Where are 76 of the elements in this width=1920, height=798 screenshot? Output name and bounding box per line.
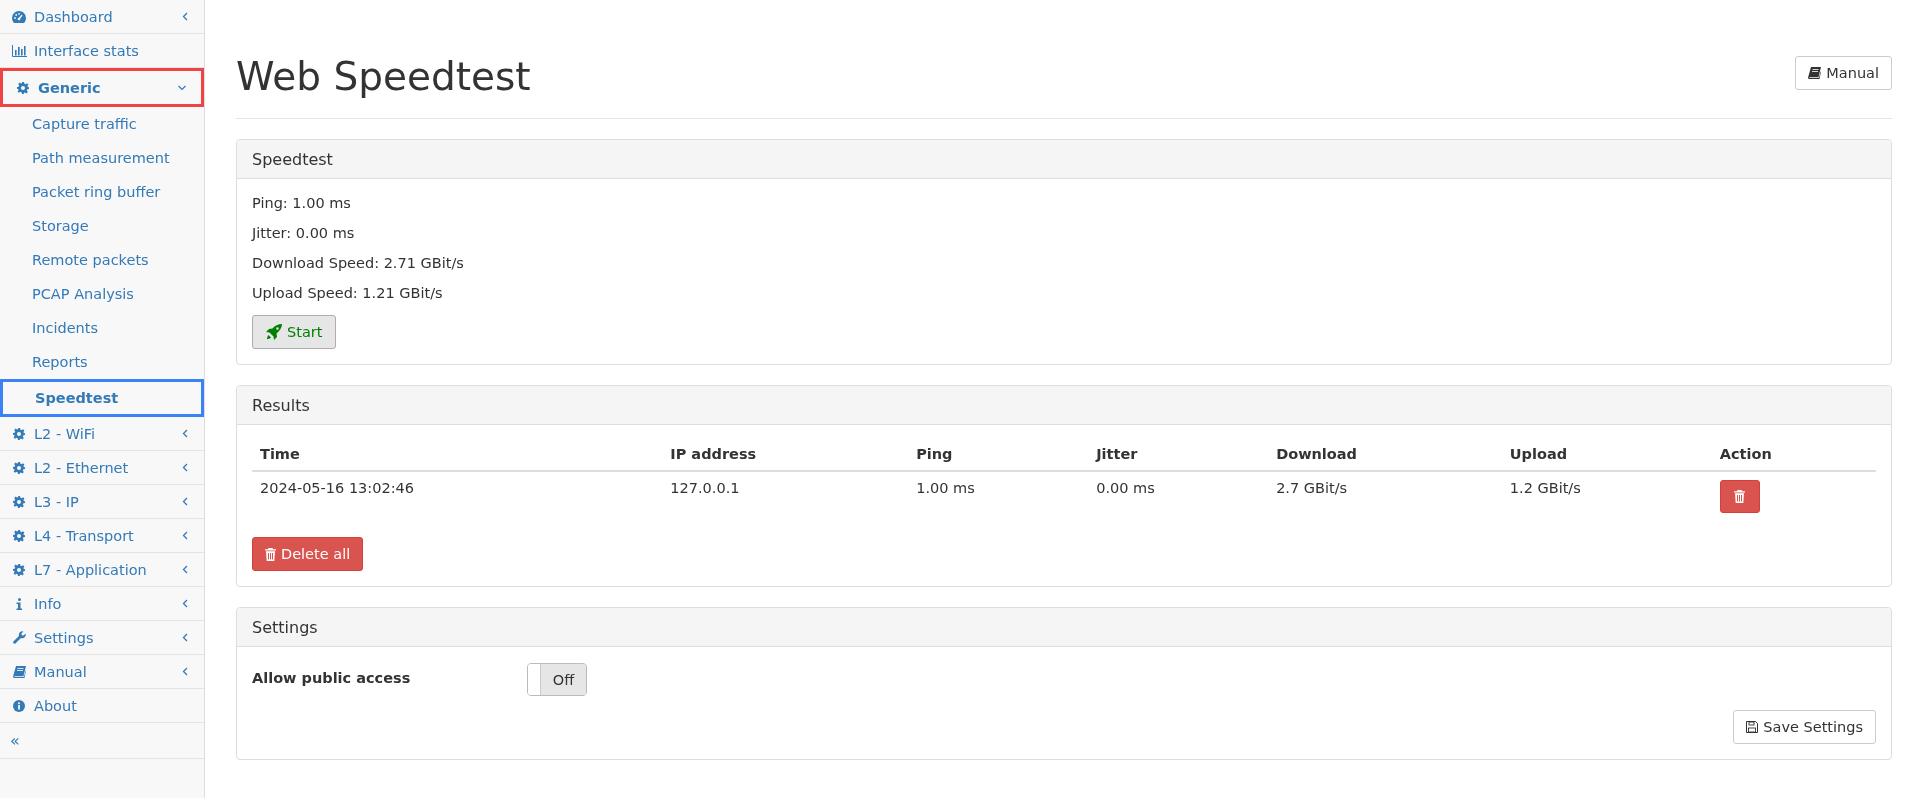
chevron-left-icon [180,497,190,506]
delete-all-button[interactable]: Delete all [252,537,364,571]
speedtest-result-text: Download Speed: 2.71 GBit/s [252,254,465,272]
sidebar-item[interactable]: About [0,689,204,723]
page-title: Web Speedtest [236,54,531,100]
chevron-left-icon [180,633,190,642]
chevron-down-icon [177,84,187,91]
sidebar-subitem[interactable]: Remote packets [0,243,204,277]
chevron-left-icon [180,667,190,676]
start-button[interactable]: Start [252,315,337,349]
gear-icon [13,563,25,576]
sidebar-item[interactable]: Generic [0,68,204,107]
column-header: Jitter [1088,438,1269,471]
rocket-icon [266,324,282,340]
sidebar-item[interactable]: Settings [0,621,204,655]
collapse-sidebar-button[interactable]: « [0,723,204,759]
sidebar-item[interactable]: Dashboard [0,0,204,34]
trash-icon [265,547,276,561]
sidebar-subitem[interactable]: Packet ring buffer [0,175,204,209]
speedtest-result-text: Upload Speed: 1.21 GBit/s [252,284,444,302]
chevron-left-icon [180,463,190,472]
panel-title: Speedtest [237,140,1891,179]
table-cell: 0.00 ms [1096,480,1155,496]
gear-icon [13,427,25,440]
sidebar-subitem[interactable]: PCAP Analysis [0,277,204,311]
column-header: Upload [1501,438,1712,471]
column-header: Time [252,438,663,471]
column-header: IP address [662,438,909,471]
column-header: Action [1711,438,1876,471]
sidebar-subitem[interactable]: Speedtest [0,379,204,417]
sidebar-subitem[interactable]: Capture traffic [0,107,204,141]
sidebar-item[interactable]: Interface stats [0,34,204,68]
sidebar-subitem[interactable]: Storage [0,209,204,243]
book-icon [1808,67,1822,79]
sidebar-subitem[interactable]: Reports [0,345,204,379]
panel-title: Results [237,386,1891,425]
sidebar-item[interactable]: Manual [0,655,204,689]
gear-icon [13,529,25,542]
sidebar-item[interactable]: L2 - Ethernet [0,451,204,485]
chevron-left-icon [180,531,190,540]
chevron-left-icon [180,599,190,608]
toggle-switch[interactable]: Off [527,663,587,696]
chevron-left-icon [180,429,190,438]
save-settings-button[interactable]: Save Settings [1733,710,1876,744]
gauge-icon [12,10,26,23]
column-header: Download [1268,438,1502,471]
column-header: Ping [908,438,1089,471]
speedtest-result-text: Jitter: 0.00 ms [252,224,356,242]
manual-button[interactable]: Manual [1795,56,1892,90]
sidebar-subitem[interactable]: Incidents [0,311,204,345]
delete-row-button[interactable] [1719,480,1760,513]
sidebar-item[interactable]: L4 - Transport [0,519,204,553]
bar-chart-icon [11,44,27,57]
trash-icon [1734,490,1746,503]
table-cell: 127.0.0.1 [670,480,740,496]
wrench-icon [12,631,26,644]
table-cell: 2024-05-16 13:02:46 [260,480,414,496]
chevron-left-icon [180,12,190,21]
setting-label: Allow public access [252,670,412,686]
gear-icon [13,461,25,474]
sidebar-subitem[interactable]: Path measurement [0,141,204,175]
sidebar-item[interactable]: L3 - IP [0,485,204,519]
sidebar-item[interactable]: L2 - WiFi [0,417,204,451]
gear-icon [17,81,29,94]
table-cell: 1.00 ms [916,480,975,496]
table-cell: 2.7 GBit/s [1276,480,1348,496]
speedtest-result-text: Ping: 1.00 ms [252,194,352,212]
table-cell: 1.2 GBit/s [1509,480,1581,496]
chevron-left-icon [180,565,190,574]
sidebar-item[interactable]: L7 - Application [0,553,204,587]
book-icon [12,665,26,678]
info-icon [13,699,25,712]
info-icon [15,597,23,610]
panel-title: Settings [237,608,1891,647]
gear-icon [13,495,25,508]
sidebar-item[interactable]: Info [0,587,204,621]
